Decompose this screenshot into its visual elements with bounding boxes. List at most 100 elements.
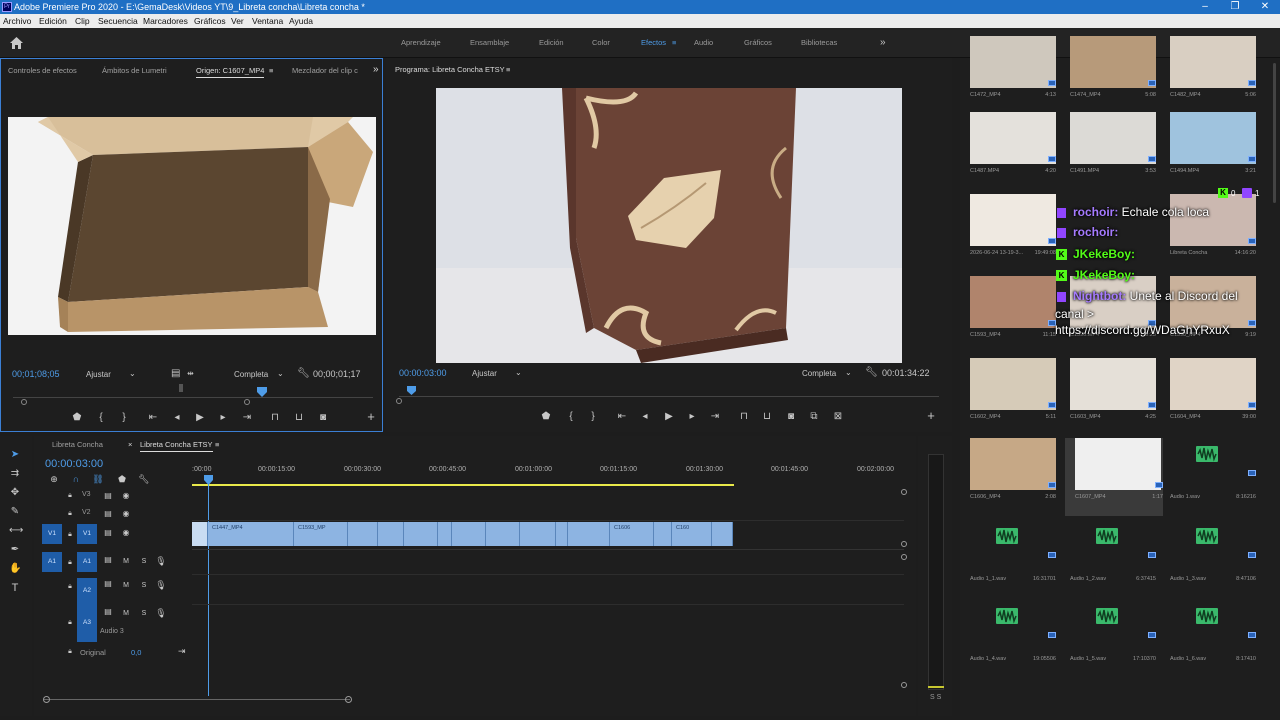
program-quality-dropdown[interactable]: Completa: [802, 369, 836, 378]
slip-tool-icon[interactable]: ⟷: [9, 526, 23, 536]
go-to-out-icon[interactable]: ⇥: [241, 413, 253, 423]
meter-solo-labels[interactable]: S S: [930, 694, 941, 701]
sync-lock-icon[interactable]: ▤: [102, 555, 114, 565]
menu-edicion[interactable]: Edición: [39, 14, 67, 28]
hscroll-left-handle[interactable]: [43, 696, 50, 703]
timeline-clip[interactable]: [404, 522, 438, 546]
program-camera-icon[interactable]: ◙: [785, 412, 797, 422]
wrench-icon[interactable]: 🔧︎: [297, 368, 310, 379]
program-mark-in-icon[interactable]: {: [565, 412, 577, 422]
timeline-clip[interactable]: [452, 522, 486, 546]
sync-lock-icon[interactable]: ▤: [102, 579, 114, 589]
work-area-bar[interactable]: [192, 484, 734, 486]
workspace-color[interactable]: Color: [592, 28, 610, 58]
program-step-forward-icon[interactable]: ▸: [686, 412, 698, 422]
pen-tool-icon[interactable]: ✒: [9, 545, 21, 555]
vscroll-video-top-handle[interactable]: [901, 489, 907, 495]
tab-ambitos-lumetri[interactable]: Ámbitos de Lumetri: [102, 65, 167, 77]
program-step-back-icon[interactable]: ◂: [639, 412, 651, 422]
original-value[interactable]: 0,0: [131, 648, 141, 657]
timeline-clip[interactable]: [520, 522, 556, 546]
timeline-settings-icon[interactable]: 🔧︎: [138, 474, 150, 484]
menu-ver[interactable]: Ver: [231, 14, 244, 28]
program-go-to-out-icon[interactable]: ⇥: [709, 412, 721, 422]
solo-button[interactable]: S: [138, 609, 150, 619]
project-item[interactable]: C1604_MP4 39:00: [1160, 358, 1256, 436]
project-item[interactable]: Audio 1_3.wav 8:47106: [1160, 520, 1256, 598]
project-item[interactable]: Audio 1.wav 8:16216: [1160, 438, 1256, 516]
vscroll-audio-top-handle[interactable]: [901, 554, 907, 560]
program-add-marker-icon[interactable]: ⬟: [540, 412, 552, 422]
maximize-icon[interactable]: ❐: [1220, 0, 1250, 14]
project-item[interactable]: C1602_MP4 5:11: [960, 358, 1056, 436]
menu-ventana[interactable]: Ventana: [252, 14, 283, 28]
project-item[interactable]: C1474_MP4 5:08: [1060, 36, 1156, 114]
comparison-view-icon[interactable]: ⧉: [808, 412, 820, 422]
project-item[interactable]: C1607_MP4 1:17: [1065, 438, 1163, 516]
tab-libreta-concha-etsy[interactable]: Libreta Concha ETSY: [140, 439, 213, 452]
mic-icon[interactable]: 🎙︎: [155, 556, 167, 566]
workspace-edicion[interactable]: Edición: [539, 28, 564, 58]
project-item[interactable]: C1606_MP4 2:08: [960, 438, 1056, 516]
workspace-efectos[interactable]: Efectos: [641, 28, 666, 58]
timeline-menu-icon[interactable]: ≡: [215, 439, 219, 451]
program-zoom-handle[interactable]: [396, 398, 402, 404]
snap-icon[interactable]: ∩: [70, 474, 82, 484]
source-zoom-right-handle[interactable]: [244, 399, 250, 405]
menu-clip[interactable]: Clip: [75, 14, 90, 28]
track-target-a2[interactable]: A2: [77, 578, 97, 604]
timeline-hscroll[interactable]: [44, 699, 350, 700]
project-item[interactable]: Audio 1_1.wav 16:31701: [960, 520, 1056, 598]
program-quality-chevron-icon[interactable]: ⌄: [845, 368, 852, 377]
project-item[interactable]: C1491.MP4 3:53: [1060, 112, 1156, 190]
play-icon[interactable]: ▶: [194, 413, 206, 423]
lock-icon[interactable]: 🔒︎: [64, 558, 76, 568]
razor-tool-icon[interactable]: ✎: [9, 507, 21, 517]
timeline-timecode[interactable]: 00:00:03:00: [45, 458, 103, 470]
mark-in-icon[interactable]: {: [95, 413, 107, 423]
go-to-end-icon[interactable]: ⇥: [178, 646, 186, 657]
program-fit-dropdown[interactable]: Ajustar: [472, 369, 497, 378]
project-item[interactable]: 2026-06-24 13-19-3... 19:49:08: [960, 194, 1056, 272]
program-menu-icon[interactable]: ≡: [506, 64, 510, 76]
minimize-icon[interactable]: –: [1190, 0, 1220, 14]
eye-icon[interactable]: ◉: [120, 491, 132, 501]
lock-icon[interactable]: 🔒︎: [64, 582, 76, 592]
menu-archivo[interactable]: Archivo: [3, 14, 31, 28]
step-forward-icon[interactable]: ▸: [217, 413, 229, 423]
lift-icon[interactable]: ⊓: [738, 412, 750, 422]
camera-icon[interactable]: ◙: [317, 413, 329, 423]
type-tool-icon[interactable]: T: [9, 583, 21, 594]
timeline-clip[interactable]: C1606: [610, 522, 654, 546]
tab-controles-efectos[interactable]: Controles de efectos: [8, 65, 77, 77]
mic-icon[interactable]: 🎙︎: [155, 580, 167, 590]
close-tab-icon[interactable]: ×: [128, 439, 132, 451]
program-video-frame[interactable]: [436, 88, 902, 363]
program-wrench-icon[interactable]: 🔧︎: [865, 367, 878, 378]
timeline-clip[interactable]: C1447_MP4: [208, 522, 294, 546]
project-item[interactable]: C1603_MP4 4:25: [1060, 358, 1156, 436]
v1-clip-strip[interactable]: C1447_MP4 C1593_MP C1606 C160: [192, 522, 733, 546]
mute-button[interactable]: M: [120, 581, 132, 591]
workspace-ensamblaje[interactable]: Ensamblaje: [470, 28, 509, 58]
project-item[interactable]: Audio 1_6.wav 8:17410: [1160, 600, 1256, 678]
timeline-clip[interactable]: C160: [672, 522, 712, 546]
timeline-clip[interactable]: [556, 522, 568, 546]
lock-icon[interactable]: 🔒︎: [64, 618, 76, 628]
project-item[interactable]: C1593_MP4 11:15: [960, 276, 1056, 354]
add-marker-icon[interactable]: ⬟: [71, 413, 83, 423]
tab-origen[interactable]: Origen: C1607_MP4: [196, 65, 265, 78]
more-workspaces-icon[interactable]: »: [880, 28, 886, 58]
home-icon[interactable]: [10, 37, 23, 49]
vr-icon[interactable]: ⊠: [832, 412, 844, 422]
program-playhead-icon[interactable]: [407, 386, 416, 395]
source-timecode[interactable]: 00;01;08;05: [12, 369, 60, 379]
lock-icon[interactable]: 🔒︎: [64, 509, 76, 519]
tab-mezclador[interactable]: Mezclador del clip c: [292, 65, 358, 77]
project-item[interactable]: C1472_MP4 4:13: [960, 36, 1056, 114]
mic-icon[interactable]: 🎙︎: [155, 608, 167, 618]
timeline-clip[interactable]: C1593_MP: [294, 522, 348, 546]
insert-overlay-icon[interactable]: ⇹: [187, 369, 194, 378]
close-icon[interactable]: ✕: [1250, 0, 1280, 14]
project-item[interactable]: Audio 1_5.wav 17:10370: [1060, 600, 1156, 678]
